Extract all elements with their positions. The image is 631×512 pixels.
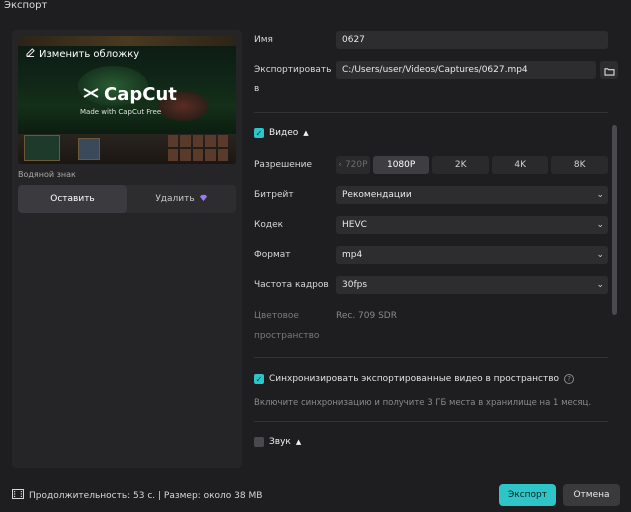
watermark-label: Водяной знак (18, 170, 76, 179)
fps-label: Частота кадров (254, 280, 329, 290)
fps-select[interactable]: 30fps ⌄ (336, 276, 608, 294)
unit-portrait (78, 138, 100, 160)
sync-toggle[interactable]: ✓ Синхронизировать экспортированные виде… (254, 374, 575, 384)
bitrate-select[interactable]: Рекомендации ⌄ (336, 186, 608, 204)
chevron-down-icon: ⌄ (596, 220, 604, 230)
export-button[interactable]: Экспорт (499, 484, 556, 506)
settings-scrollbar[interactable] (612, 125, 617, 315)
resolution-label: Разрешение (254, 160, 313, 170)
edit-cover-button[interactable]: Изменить обложку (26, 48, 139, 60)
codec-select[interactable]: HEVC ⌄ (336, 216, 608, 234)
export-path-input[interactable]: C:/Users/user/Videos/Captures/0627.mp4 (336, 61, 596, 79)
duration-size-text: Продолжительность: 53 с. | Размер: около… (29, 490, 263, 501)
colorspace-label-2: пространство (254, 331, 320, 341)
chevron-left-icon: ‹ (338, 160, 342, 170)
format-select[interactable]: mp4 ⌄ (336, 246, 608, 264)
browse-folder-button[interactable] (600, 61, 618, 79)
game-hud-bottom (18, 134, 236, 164)
game-hud-top (18, 36, 236, 46)
capcut-logo-icon (82, 84, 100, 105)
resolution-selector: ‹ 720P 1080P 2K 4K 8K (336, 156, 608, 174)
resolution-4k[interactable]: 4K (491, 156, 549, 174)
codec-label: Кодек (254, 220, 284, 230)
sync-checkbox[interactable]: ✓ (254, 374, 264, 384)
diamond-icon (199, 194, 208, 205)
chevron-down-icon: ⌄ (596, 250, 604, 260)
sync-hint: Включите синхронизацию и получите 3 ГБ м… (254, 398, 592, 408)
cancel-button[interactable]: Отмена (563, 484, 620, 506)
film-icon (12, 489, 24, 502)
colorspace-value: Rec. 709 SDR (336, 311, 397, 321)
format-label: Формат (254, 250, 291, 260)
colorspace-label: Цветовое (254, 311, 299, 321)
minimap (24, 135, 60, 161)
audio-section-toggle[interactable]: Звук ▲ (254, 437, 301, 447)
export-to-label: Экспортировать (254, 65, 332, 75)
caret-up-icon: ▲ (295, 438, 302, 446)
resolution-720p[interactable]: ‹ 720P (336, 156, 370, 174)
name-label: Имя (254, 35, 273, 45)
capcut-watermark: CapCut (82, 84, 177, 105)
help-icon[interactable]: ? (564, 374, 575, 384)
watermark-toggle: Оставить Удалить (18, 185, 236, 213)
chevron-down-icon: ⌄ (596, 190, 604, 200)
folder-icon (603, 61, 615, 80)
video-section-toggle[interactable]: ✓ Видео ▲ (254, 128, 309, 138)
export-to-label-2: в (254, 84, 260, 94)
resolution-8k[interactable]: 8K (551, 156, 608, 174)
remove-watermark-button[interactable]: Удалить (127, 185, 236, 213)
pencil-icon (26, 48, 35, 60)
name-input[interactable]: 0627 (336, 31, 608, 49)
caret-up-icon: ▲ (303, 129, 309, 137)
watermark-subtext: Made with CapCut Free (80, 108, 162, 116)
resolution-2k[interactable]: 2K (432, 156, 489, 174)
window-title: Экспорт (4, 0, 48, 11)
cover-panel: Изменить обложку CapCut Made with CapCut… (12, 30, 242, 468)
resolution-1080p[interactable]: 1080P (372, 156, 430, 174)
chevron-down-icon: ⌄ (596, 280, 604, 290)
watermark-brand: CapCut (104, 84, 177, 105)
command-grid (168, 135, 228, 161)
keep-watermark-button[interactable]: Оставить (18, 185, 127, 213)
bitrate-label: Битрейт (254, 190, 294, 200)
video-checkbox[interactable]: ✓ (254, 128, 264, 138)
edit-cover-label: Изменить обложку (39, 48, 140, 60)
audio-checkbox[interactable] (254, 437, 264, 447)
export-info: Продолжительность: 53 с. | Размер: около… (12, 489, 262, 502)
cover-thumbnail[interactable]: Изменить обложку CapCut Made with CapCut… (18, 36, 236, 164)
